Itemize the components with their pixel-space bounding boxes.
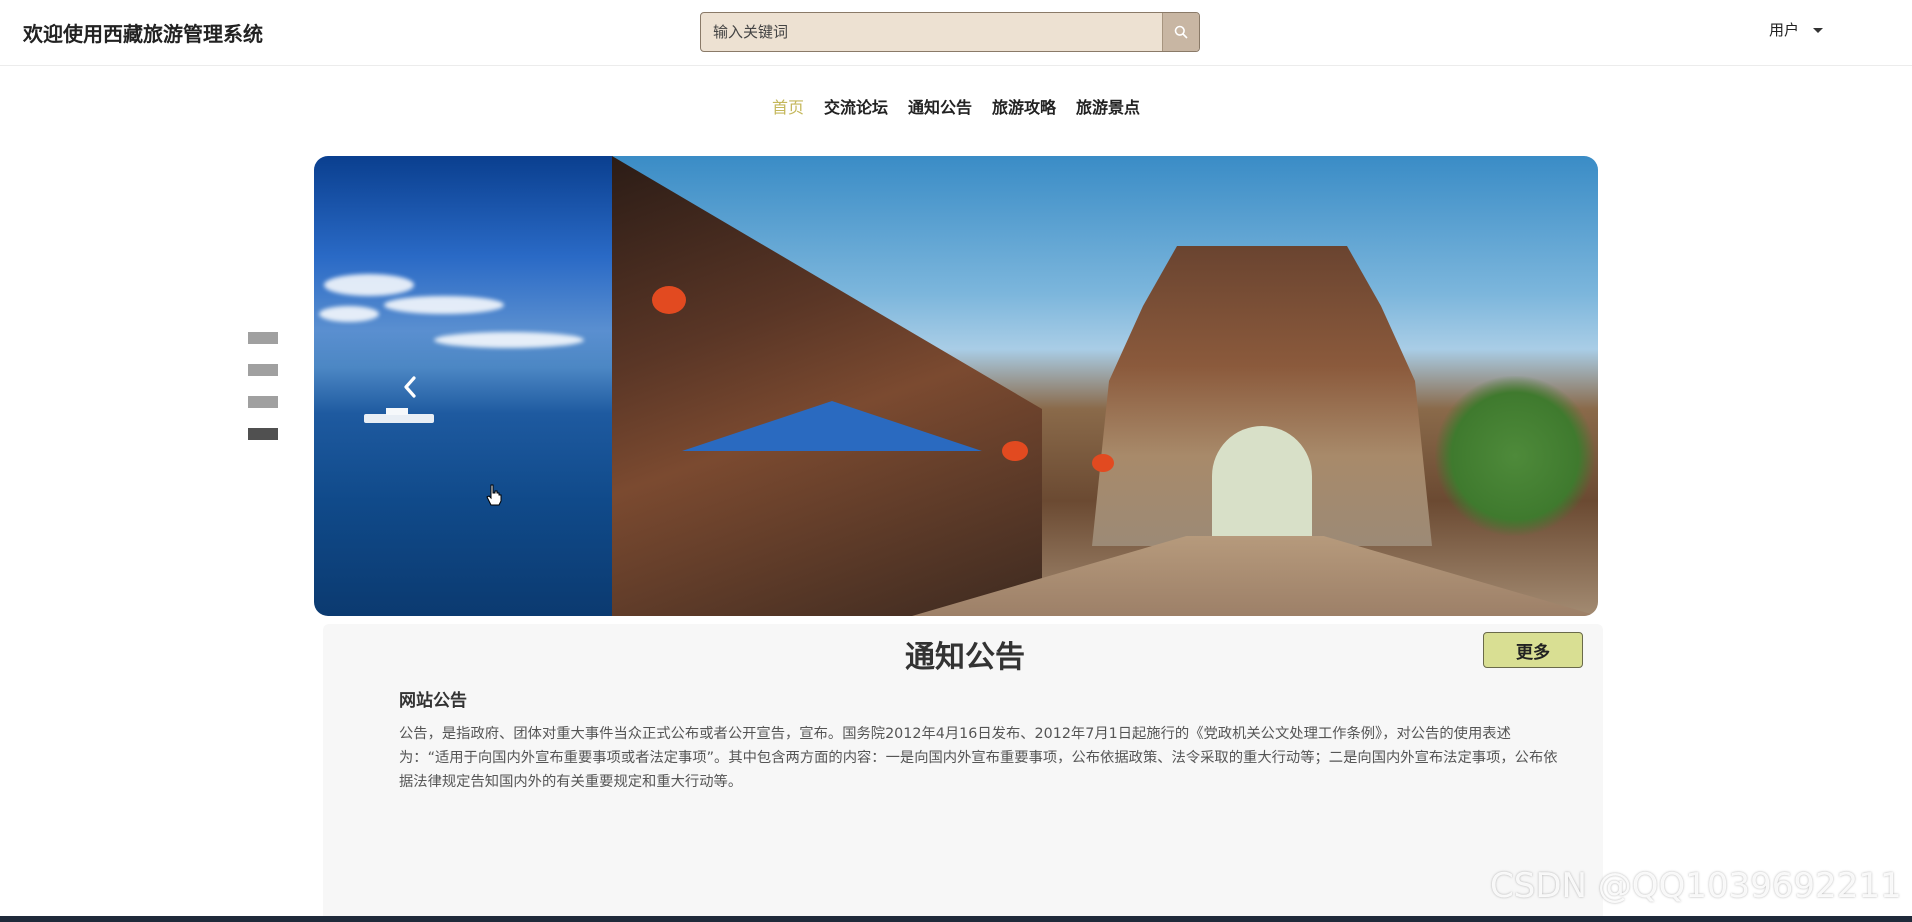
notice-section-title: 通知公告: [905, 640, 1025, 675]
search-box: [700, 12, 1200, 52]
carousel-indicator[interactable]: [248, 396, 278, 408]
building-shape: [612, 156, 1042, 616]
site-title: 欢迎使用西藏旅游管理系统: [23, 22, 263, 46]
watermark: CSDN @QQ1039692211: [1490, 866, 1902, 906]
nav-item-home[interactable]: 首页: [772, 94, 804, 118]
bottom-strip: [0, 916, 1912, 922]
user-menu-label: 用户: [1769, 21, 1800, 39]
main-nav: 首页 交流论坛 通知公告 旅游攻略 旅游景点: [0, 94, 1912, 118]
arch-shape: [1212, 426, 1312, 546]
cloud-shape: [384, 296, 504, 314]
cloud-shape: [319, 306, 379, 322]
search-input[interactable]: [701, 13, 1163, 51]
lantern-shape: [652, 286, 686, 314]
carousel-prev-button[interactable]: [398, 372, 422, 402]
nav-item-notices[interactable]: 通知公告: [908, 94, 972, 118]
carousel-indicator[interactable]: [248, 364, 278, 376]
notice-panel: 通知公告 更多 网站公告 公告，是指政府、团体对重大事件当众正式公布或者公开宣告…: [323, 624, 1603, 922]
chevron-left-icon: [404, 376, 416, 398]
banner-carousel: [314, 156, 1598, 616]
carousel-slide-lake-image: [314, 156, 612, 616]
lantern-shape: [1002, 441, 1028, 461]
carousel-indicators: [248, 332, 278, 460]
hand-cursor-icon: [486, 484, 502, 506]
notice-item-title[interactable]: 网站公告: [399, 686, 467, 711]
top-bar: 欢迎使用西藏旅游管理系统 用户: [0, 0, 1912, 66]
carousel-indicator-active[interactable]: [248, 428, 278, 440]
nav-item-forum[interactable]: 交流论坛: [824, 94, 888, 118]
carousel-slide-old-town-image: [612, 156, 1598, 616]
search-button[interactable]: [1162, 13, 1199, 51]
more-button[interactable]: 更多: [1483, 632, 1583, 668]
cloud-shape: [434, 332, 584, 348]
trees-shape: [1432, 376, 1598, 536]
cloud-shape: [324, 274, 414, 296]
carousel-indicator[interactable]: [248, 332, 278, 344]
user-menu[interactable]: 用户: [1769, 19, 1824, 40]
notice-item-body: 公告，是指政府、团体对重大事件当众正式公布或者公开宣告，宣布。国务院2012年4…: [399, 726, 1558, 790]
caret-down-icon: [1813, 28, 1824, 33]
nav-item-guides[interactable]: 旅游攻略: [992, 94, 1056, 118]
lantern-shape: [1092, 454, 1114, 472]
nav-item-attractions[interactable]: 旅游景点: [1076, 94, 1140, 118]
boat-shape: [364, 408, 434, 423]
search-icon: [1174, 25, 1188, 39]
